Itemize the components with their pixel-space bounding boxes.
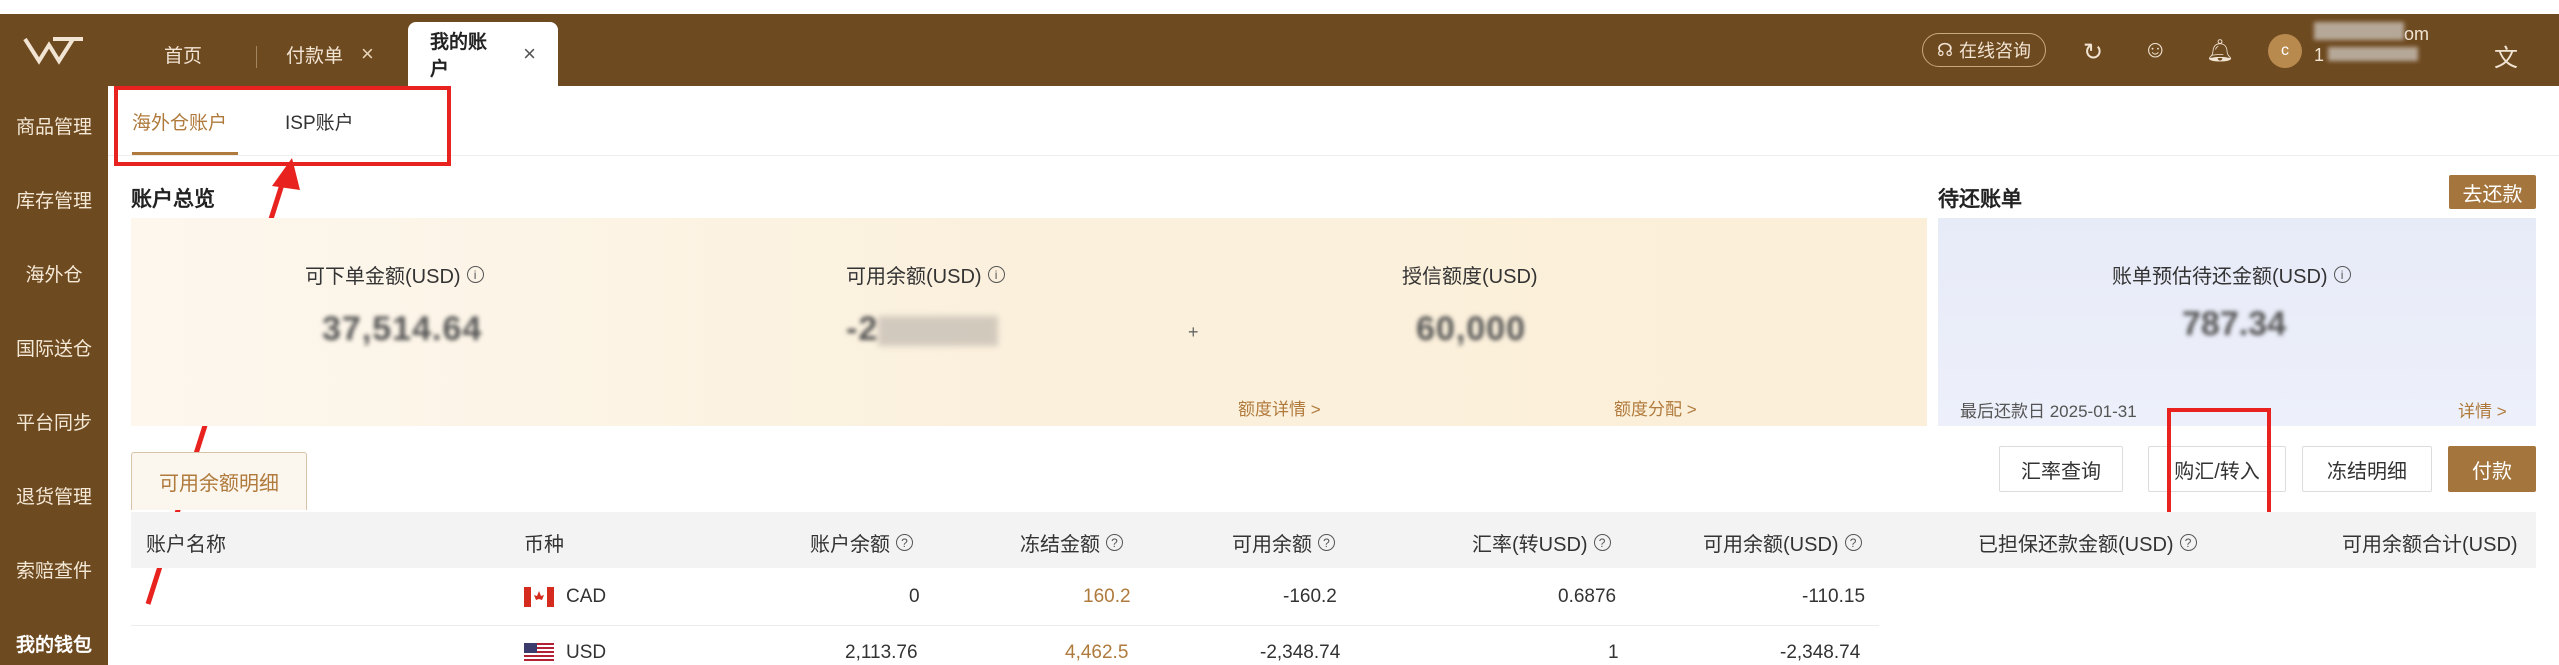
question-icon[interactable]: ? <box>1593 534 1611 551</box>
col-account-name: 账户名称 <box>146 534 226 556</box>
credit-value: 60,000 <box>1416 310 1526 348</box>
balance-cell: 0 <box>909 586 920 607</box>
info-icon[interactable]: i <box>987 266 1005 283</box>
currency-cell: USD <box>566 642 607 663</box>
bill-title: 待还账单 <box>1938 188 2022 211</box>
question-icon[interactable]: ? <box>2179 534 2197 551</box>
info-icon[interactable]: i <box>2333 266 2351 283</box>
tab-available-balance-detail[interactable]: 可用余额明细 <box>131 452 307 510</box>
col-guaranteed-repay: 已担保还款金额(USD)? <box>1978 528 2197 557</box>
plus-sign: + <box>1188 322 1199 342</box>
usa-flag-icon <box>524 643 554 663</box>
orderable-label: 可下单金额(USD) i <box>305 260 484 289</box>
available-value: -2 <box>846 310 999 349</box>
currency-cell: CAD <box>566 586 607 607</box>
available-cell: -2,348.74 <box>1260 642 1341 663</box>
available-cell: -160.2 <box>1283 586 1337 607</box>
pay-button[interactable]: 付款 <box>2448 446 2536 492</box>
question-icon[interactable]: ? <box>1318 534 1335 551</box>
col-account-balance: 账户余额? <box>810 528 913 557</box>
credit-label: 授信额度(USD) <box>1402 266 1538 288</box>
question-icon[interactable]: ? <box>896 534 913 551</box>
overview-title: 账户总览 <box>131 188 215 211</box>
table-row <box>131 570 1879 626</box>
bill-estimate-value: 787.34 <box>2182 305 2286 343</box>
question-icon[interactable]: ? <box>1844 534 1862 551</box>
rate-cell: 0.6876 <box>1558 586 1617 607</box>
question-icon[interactable]: ? <box>1106 534 1123 551</box>
bill-estimate-label: 账单预估待还金额(USD) i <box>2112 260 2351 289</box>
available-usd-cell: -2,348.74 <box>1780 642 1861 663</box>
info-icon[interactable]: i <box>466 266 484 283</box>
last-repay-date: 最后还款日 2025-01-31 <box>1960 402 2137 421</box>
orderable-value: 37,514.64 <box>322 310 483 348</box>
repay-button[interactable]: 去还款 <box>2449 175 2536 209</box>
available-usd-cell: -110.15 <box>1802 586 1866 607</box>
col-rate: 汇率(转USD)? <box>1472 528 1611 557</box>
available-label: 可用余额(USD) i <box>846 260 1005 289</box>
quota-allocation-link[interactable]: 额度分配 > <box>1614 395 1697 420</box>
frozen-cell[interactable]: 160.2 <box>1083 586 1131 608</box>
rate-query-button[interactable]: 汇率查询 <box>1999 446 2123 492</box>
col-frozen-amount: 冻结金额? <box>1020 528 1123 557</box>
quota-detail-link[interactable]: 额度详情 > <box>1238 395 1321 420</box>
rate-cell: 1 <box>1608 642 1619 663</box>
blurred-amount <box>878 316 999 347</box>
col-available-usd: 可用余额(USD)? <box>1703 528 1862 557</box>
balance-cell: 2,113.76 <box>845 642 918 663</box>
col-available-total: 可用余额合计(USD) <box>2342 534 2518 556</box>
canada-flag-icon <box>524 587 554 607</box>
freeze-detail-button[interactable]: 冻结明细 <box>2302 446 2432 492</box>
bill-detail-link[interactable]: 详情 > <box>2458 397 2507 422</box>
col-currency: 币种 <box>524 534 564 556</box>
col-available: 可用余额? <box>1232 528 1335 557</box>
frozen-cell[interactable]: 4,462.5 <box>1065 642 1128 664</box>
